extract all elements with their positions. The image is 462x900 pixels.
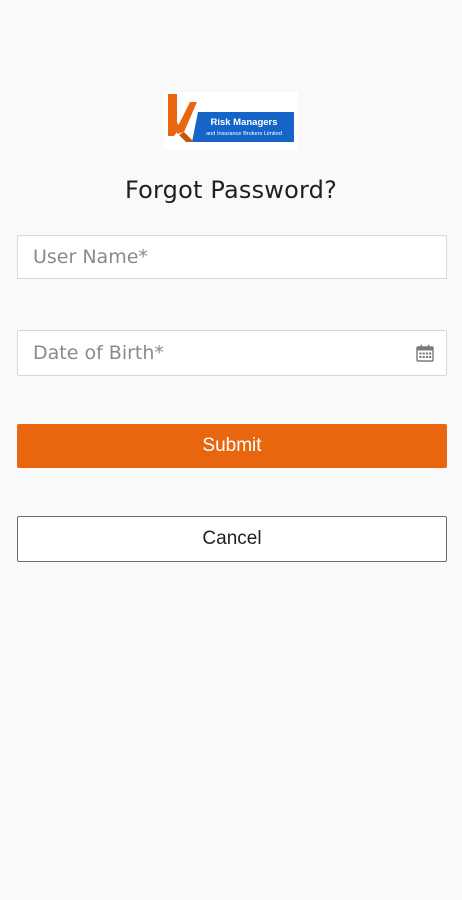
page-title: Forgot Password? [124, 176, 338, 204]
cancel-button[interactable]: Cancel [17, 516, 447, 562]
forgot-password-screen: Risk Managers and Insurance Brokers Limi… [0, 0, 462, 900]
company-logo: Risk Managers and Insurance Brokers Limi… [164, 92, 298, 150]
logo-line2: and Insurance Brokers Limited [206, 131, 282, 137]
username-field-container [17, 235, 447, 279]
logo-graphic: Risk Managers and Insurance Brokers Limi… [168, 94, 294, 142]
dob-field-container [17, 330, 447, 376]
date-of-birth-input[interactable] [18, 331, 446, 375]
logo-line1: Risk Managers [210, 117, 277, 128]
username-input[interactable] [18, 236, 446, 278]
calendar-icon[interactable] [416, 344, 434, 362]
submit-button[interactable]: Submit [17, 424, 447, 468]
